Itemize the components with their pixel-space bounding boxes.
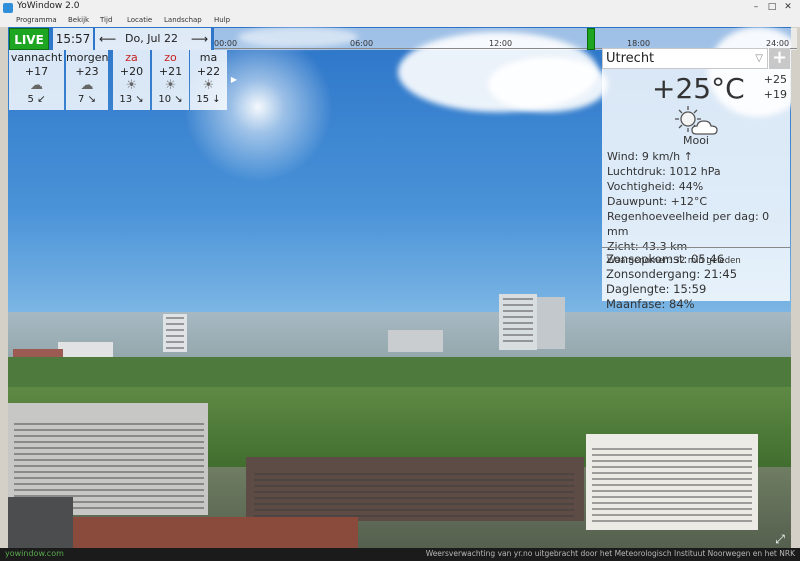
maximize-button[interactable]: □ — [764, 1, 780, 14]
day-wind: 5 ↙ — [27, 94, 46, 105]
date-navigator: ⟵ Do, Jul 22 ⟶ — [95, 28, 211, 50]
precipitation-row: Regenhoeveelheid per dag: 0 mm — [607, 210, 770, 238]
timeline-slider[interactable]: 00:00 06:00 12:00 18:00 24:00 — [214, 28, 797, 50]
conditions-list: Wind: 9 km/h ↑ Luchtdruk: 1012 hPa Vocht… — [607, 149, 790, 269]
fullscreen-icon[interactable]: ⤢ — [773, 532, 787, 546]
next-day-arrow-icon[interactable]: ⟶ — [191, 28, 208, 50]
high-low: +25 +19 — [764, 72, 787, 102]
day-temp: +20 — [119, 65, 144, 78]
sun-icon: ☀ — [164, 78, 177, 93]
credits-text[interactable]: Weersverwachting van yr.no uitgebracht d… — [426, 549, 795, 558]
time-bar: LIVE 15:57 ⟵ Do, Jul 22 ⟶ 00:00 06:00 12… — [9, 28, 797, 50]
tower-building — [499, 294, 537, 350]
forecast-day[interactable]: vannacht +17 ☁ 5 ↙ — [9, 50, 64, 110]
day-wind: 10 ↘ — [158, 94, 183, 105]
astronomy-list: Zonsopkomst: 05:46 Zonsondergang: 21:45 … — [606, 252, 737, 312]
menu-programma[interactable]: Programma — [16, 16, 57, 24]
app-logo-icon — [3, 3, 13, 13]
day-name: ma — [199, 51, 218, 64]
cloud — [488, 57, 608, 112]
sun-icon: ☀ — [202, 78, 215, 93]
timeline-label: 12:00 — [489, 39, 513, 48]
day-name: zo — [164, 51, 177, 64]
day-temp: +22 — [196, 65, 221, 78]
website-link[interactable]: yowindow.com — [5, 549, 64, 558]
day-name: morgen — [66, 51, 109, 64]
menu-tijd[interactable]: Tijd — [100, 16, 112, 24]
forecast-day[interactable]: za +20 ☀ 13 ↘ — [113, 50, 150, 110]
moonphase-row: Maanfase: 84% — [606, 297, 695, 311]
low-building — [246, 457, 584, 521]
day-wind: 7 ↘ — [78, 94, 96, 105]
sunrise-row: Zonsopkomst: 05:46 — [606, 252, 725, 266]
sun-icon: ☀ — [125, 78, 138, 93]
sun-cloud-icon — [675, 106, 718, 135]
office-building — [586, 434, 758, 530]
humidity-row: Vochtigheid: 44% — [607, 180, 704, 193]
current-weather-panel: Utrecht ▽ + +25°C +25 +19 Mooi Wind: 9 k… — [602, 48, 790, 311]
forecast-day[interactable]: zo +21 ☀ 10 ↘ — [152, 50, 189, 110]
current-temperature: +25°C — [652, 72, 745, 105]
timeline-label: 00:00 — [214, 39, 238, 48]
day-name: za — [125, 51, 138, 64]
day-wind: 13 ↘ — [119, 94, 144, 105]
current-time: 15:57 — [53, 28, 93, 50]
roof — [68, 517, 358, 548]
moon-cloud-icon: ☁ — [30, 78, 43, 93]
high-temp: +25 — [763, 73, 787, 86]
divider — [602, 247, 790, 248]
chevron-down-icon[interactable]: ▽ — [755, 49, 763, 69]
day-name: vannacht — [10, 51, 63, 64]
timeline-handle[interactable] — [587, 28, 595, 50]
sun-cloud-icon: ☁ — [80, 78, 94, 93]
prev-day-arrow-icon[interactable]: ⟵ — [99, 28, 116, 50]
day-temp: +23 — [75, 65, 99, 78]
condition-text: Mooi — [682, 134, 709, 147]
wind-row: Wind: 9 km/h ↑ — [607, 150, 693, 163]
building — [388, 330, 443, 352]
window-title: YoWindow 2.0 — [17, 1, 80, 11]
day-temp: +17 — [24, 65, 49, 78]
minimize-button[interactable]: – — [748, 1, 764, 14]
day-temp: +21 — [158, 65, 183, 78]
dewpoint-row: Dauwpunt: +12°C — [607, 195, 708, 208]
live-button[interactable]: LIVE — [9, 28, 49, 50]
menu-hulp[interactable]: Hulp — [214, 16, 230, 24]
menu-bekijk[interactable]: Bekijk — [68, 16, 89, 24]
forecast-strip: vannacht +17 ☁ 5 ↙ morgen +23 ☁ 7 ↘ za +… — [9, 50, 241, 110]
menu-locatie[interactable]: Locatie — [127, 16, 152, 24]
daylength-row: Daglengte: 15:59 — [606, 282, 707, 296]
title-bar: YoWindow 2.0 – □ ✕ — [0, 0, 800, 17]
forecast-day[interactable]: ma +22 ☀ 15 ↓ — [190, 50, 227, 110]
add-location-button[interactable]: + — [769, 48, 790, 69]
city-select[interactable]: Utrecht ▽ — [602, 48, 768, 69]
forecast-day[interactable]: morgen +23 ☁ 7 ↘ — [66, 50, 109, 110]
city-name: Utrecht — [606, 51, 655, 66]
menu-landschap[interactable]: Landschap — [164, 16, 202, 24]
tower-building — [537, 297, 565, 349]
timeline-label: 18:00 — [627, 39, 651, 48]
tower-building — [163, 314, 187, 352]
menu-bar: Programma Bekijk Tijd Locatie Landschap … — [0, 16, 800, 27]
timeline-label: 06:00 — [350, 39, 374, 48]
close-button[interactable]: ✕ — [780, 1, 796, 14]
status-bar: yowindow.com Weersverwachting van yr.no … — [0, 548, 800, 561]
sunset-row: Zonsondergang: 21:45 — [606, 267, 738, 281]
low-temp: +19 — [763, 88, 787, 101]
pressure-row: Luchtdruk: 1012 hPa — [607, 165, 721, 178]
forecast-next-arrow-icon[interactable]: ▶ — [229, 50, 239, 110]
current-date: Do, Jul 22 — [125, 32, 178, 45]
roof — [8, 497, 73, 548]
day-wind: 15 ↓ — [196, 94, 221, 105]
